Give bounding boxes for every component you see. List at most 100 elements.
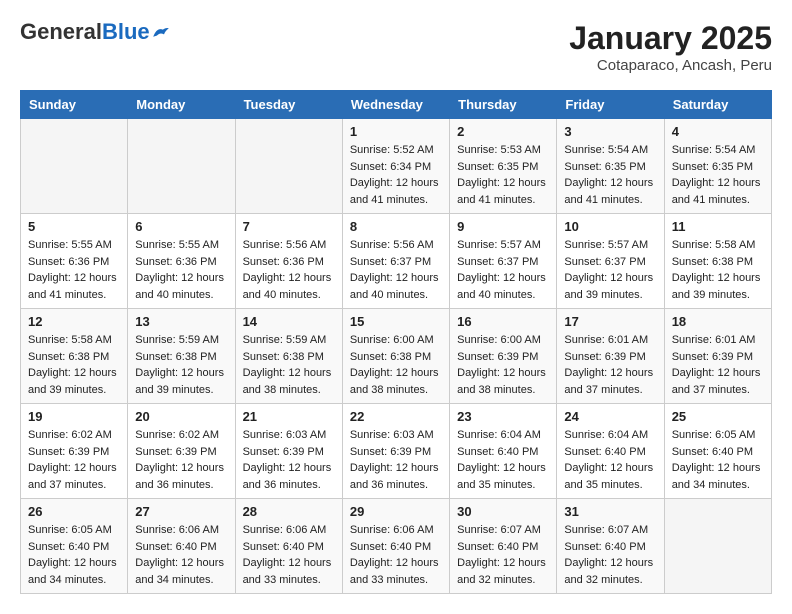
day-number: 5	[28, 219, 120, 234]
location-subtitle: Cotaparaco, Ancash, Peru	[569, 57, 772, 74]
day-number: 6	[135, 219, 227, 234]
day-number: 25	[672, 409, 764, 424]
day-info: Sunrise: 6:04 AM Sunset: 6:40 PM Dayligh…	[564, 427, 656, 493]
day-info: Sunrise: 5:59 AM Sunset: 6:38 PM Dayligh…	[243, 332, 335, 398]
day-number: 28	[243, 504, 335, 519]
day-info: Sunrise: 6:02 AM Sunset: 6:39 PM Dayligh…	[28, 427, 120, 493]
day-number: 30	[457, 504, 549, 519]
calendar-cell: 11Sunrise: 5:58 AM Sunset: 6:38 PM Dayli…	[664, 214, 771, 309]
day-info: Sunrise: 5:54 AM Sunset: 6:35 PM Dayligh…	[564, 142, 656, 208]
day-info: Sunrise: 6:07 AM Sunset: 6:40 PM Dayligh…	[564, 522, 656, 588]
day-info: Sunrise: 5:53 AM Sunset: 6:35 PM Dayligh…	[457, 142, 549, 208]
calendar-cell: 13 Sunrise: 5:59 AM Sunset: 6:38 PM Dayli…	[128, 309, 235, 404]
calendar-cell: 25 Sunrise: 6:05 AM Sunset: 6:40 PM Dayli…	[664, 404, 771, 499]
day-info: Sunrise: 6:05 AM Sunset: 6:40 PM Dayligh…	[672, 427, 764, 493]
day-number: 16	[457, 314, 549, 329]
day-number: 2	[457, 124, 549, 139]
day-number: 1	[350, 124, 442, 139]
weekday-header-monday: Monday	[128, 91, 235, 119]
day-info: Sunrise: 6:05 AM Sunset: 6:40 PM Dayligh…	[28, 522, 120, 588]
calendar-week-row: 12Sunrise: 5:58 AM Sunset: 6:38 PM Dayli…	[21, 309, 772, 404]
day-number: 21	[243, 409, 335, 424]
calendar-cell: 22 Sunrise: 6:03 AM Sunset: 6:39 PM Dayli…	[342, 404, 449, 499]
calendar-cell: 31 Sunrise: 6:07 AM Sunset: 6:40 PM Dayli…	[557, 499, 664, 594]
day-number: 17	[564, 314, 656, 329]
day-info: Sunrise: 5:56 AM Sunset: 6:36 PM Dayligh…	[243, 237, 335, 303]
day-number: 14	[243, 314, 335, 329]
calendar-cell: 9 Sunrise: 5:57 AM Sunset: 6:37 PM Daylig…	[450, 214, 557, 309]
logo-general-text: General	[20, 19, 102, 44]
calendar-cell	[235, 119, 342, 214]
day-number: 23	[457, 409, 549, 424]
calendar-cell: 19 Sunrise: 6:02 AM Sunset: 6:39 PM Dayli…	[21, 404, 128, 499]
day-info: Sunrise: 6:00 AM Sunset: 6:38 PM Dayligh…	[350, 332, 442, 398]
day-info: Sunrise: 5:59 AM Sunset: 6:38 PM Dayligh…	[135, 332, 227, 398]
day-number: 4	[672, 124, 764, 139]
calendar-cell: 20 Sunrise: 6:02 AM Sunset: 6:39 PM Dayli…	[128, 404, 235, 499]
logo: GeneralBlue	[20, 20, 170, 44]
calendar-cell: 3Sunrise: 5:54 AM Sunset: 6:35 PM Daylig…	[557, 119, 664, 214]
day-info: Sunrise: 6:06 AM Sunset: 6:40 PM Dayligh…	[135, 522, 227, 588]
day-info: Sunrise: 5:55 AM Sunset: 6:36 PM Dayligh…	[28, 237, 120, 303]
calendar-cell: 5 Sunrise: 5:55 AM Sunset: 6:36 PM Daylig…	[21, 214, 128, 309]
day-info: Sunrise: 6:04 AM Sunset: 6:40 PM Dayligh…	[457, 427, 549, 493]
calendar-cell: 14 Sunrise: 5:59 AM Sunset: 6:38 PM Dayli…	[235, 309, 342, 404]
calendar-week-row: 5 Sunrise: 5:55 AM Sunset: 6:36 PM Daylig…	[21, 214, 772, 309]
calendar-cell: 21Sunrise: 6:03 AM Sunset: 6:39 PM Dayli…	[235, 404, 342, 499]
day-number: 13	[135, 314, 227, 329]
day-number: 22	[350, 409, 442, 424]
day-number: 27	[135, 504, 227, 519]
calendar-cell: 27 Sunrise: 6:06 AM Sunset: 6:40 PM Dayli…	[128, 499, 235, 594]
calendar-cell: 12Sunrise: 5:58 AM Sunset: 6:38 PM Dayli…	[21, 309, 128, 404]
weekday-header-friday: Friday	[557, 91, 664, 119]
day-info: Sunrise: 6:03 AM Sunset: 6:39 PM Dayligh…	[350, 427, 442, 493]
calendar-cell: 10Sunrise: 5:57 AM Sunset: 6:37 PM Dayli…	[557, 214, 664, 309]
calendar-week-row: 26 Sunrise: 6:05 AM Sunset: 6:40 PM Dayli…	[21, 499, 772, 594]
day-number: 24	[564, 409, 656, 424]
day-info: Sunrise: 5:54 AM Sunset: 6:35 PM Dayligh…	[672, 142, 764, 208]
day-info: Sunrise: 6:07 AM Sunset: 6:40 PM Dayligh…	[457, 522, 549, 588]
day-number: 8	[350, 219, 442, 234]
day-number: 12	[28, 314, 120, 329]
calendar-table: SundayMondayTuesdayWednesdayThursdayFrid…	[20, 90, 772, 594]
day-info: Sunrise: 6:00 AM Sunset: 6:39 PM Dayligh…	[457, 332, 549, 398]
calendar-cell: 29Sunrise: 6:06 AM Sunset: 6:40 PM Dayli…	[342, 499, 449, 594]
logo-bird-icon	[152, 23, 170, 41]
day-info: Sunrise: 5:52 AM Sunset: 6:34 PM Dayligh…	[350, 142, 442, 208]
weekday-header-tuesday: Tuesday	[235, 91, 342, 119]
calendar-cell	[664, 499, 771, 594]
day-number: 19	[28, 409, 120, 424]
weekday-header-wednesday: Wednesday	[342, 91, 449, 119]
day-number: 15	[350, 314, 442, 329]
calendar-cell: 30 Sunrise: 6:07 AM Sunset: 6:40 PM Dayli…	[450, 499, 557, 594]
day-number: 7	[243, 219, 335, 234]
day-number: 31	[564, 504, 656, 519]
calendar-cell: 26 Sunrise: 6:05 AM Sunset: 6:40 PM Dayli…	[21, 499, 128, 594]
day-number: 9	[457, 219, 549, 234]
calendar-cell: 1 Sunrise: 5:52 AM Sunset: 6:34 PM Daylig…	[342, 119, 449, 214]
day-number: 20	[135, 409, 227, 424]
calendar-cell: 4 Sunrise: 5:54 AM Sunset: 6:35 PM Daylig…	[664, 119, 771, 214]
day-info: Sunrise: 5:57 AM Sunset: 6:37 PM Dayligh…	[457, 237, 549, 303]
title-block: January 2025 Cotaparaco, Ancash, Peru	[569, 20, 772, 74]
calendar-cell: 7 Sunrise: 5:56 AM Sunset: 6:36 PM Daylig…	[235, 214, 342, 309]
month-year-title: January 2025	[569, 20, 772, 57]
day-number: 29	[350, 504, 442, 519]
calendar-week-row: 1 Sunrise: 5:52 AM Sunset: 6:34 PM Daylig…	[21, 119, 772, 214]
day-info: Sunrise: 6:01 AM Sunset: 6:39 PM Dayligh…	[672, 332, 764, 398]
day-info: Sunrise: 5:57 AM Sunset: 6:37 PM Dayligh…	[564, 237, 656, 303]
calendar-cell: 23 Sunrise: 6:04 AM Sunset: 6:40 PM Dayli…	[450, 404, 557, 499]
calendar-cell: 2 Sunrise: 5:53 AM Sunset: 6:35 PM Daylig…	[450, 119, 557, 214]
calendar-cell	[128, 119, 235, 214]
logo-blue-text: Blue	[102, 19, 150, 44]
day-info: Sunrise: 6:01 AM Sunset: 6:39 PM Dayligh…	[564, 332, 656, 398]
day-info: Sunrise: 5:56 AM Sunset: 6:37 PM Dayligh…	[350, 237, 442, 303]
calendar-cell: 17 Sunrise: 6:01 AM Sunset: 6:39 PM Dayli…	[557, 309, 664, 404]
day-info: Sunrise: 6:06 AM Sunset: 6:40 PM Dayligh…	[243, 522, 335, 588]
calendar-cell: 24 Sunrise: 6:04 AM Sunset: 6:40 PM Dayli…	[557, 404, 664, 499]
day-info: Sunrise: 6:02 AM Sunset: 6:39 PM Dayligh…	[135, 427, 227, 493]
calendar-cell: 6Sunrise: 5:55 AM Sunset: 6:36 PM Daylig…	[128, 214, 235, 309]
page-header: GeneralBlue January 2025 Cotaparaco, Anc…	[20, 20, 772, 74]
calendar-cell: 28 Sunrise: 6:06 AM Sunset: 6:40 PM Dayli…	[235, 499, 342, 594]
day-number: 26	[28, 504, 120, 519]
